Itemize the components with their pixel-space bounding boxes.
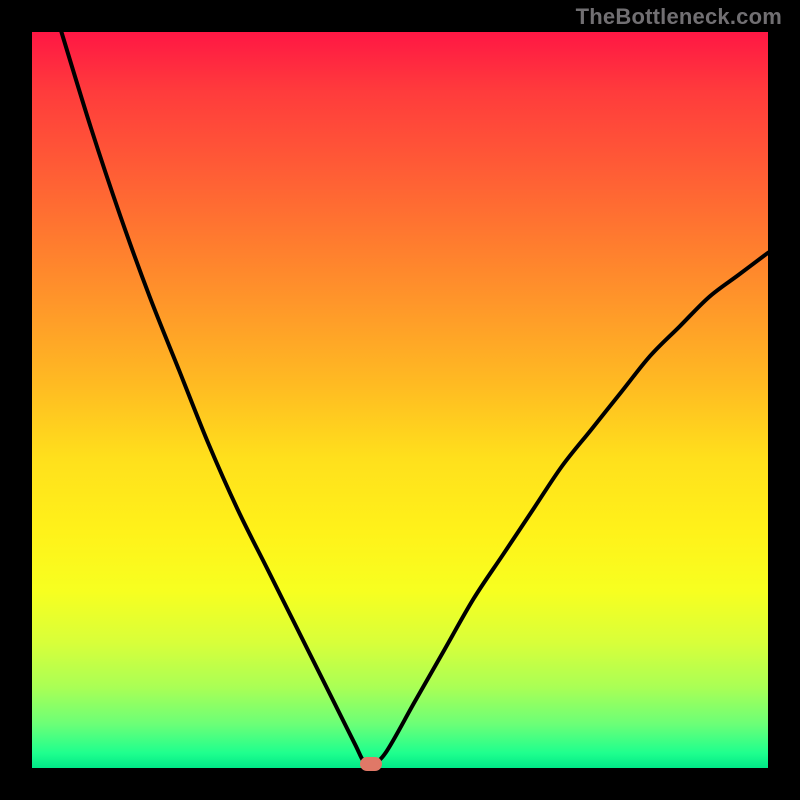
bottleneck-curve bbox=[32, 32, 768, 768]
watermark-text: TheBottleneck.com bbox=[576, 4, 782, 30]
chart-frame: TheBottleneck.com bbox=[0, 0, 800, 800]
plot-area bbox=[32, 32, 768, 768]
min-point-marker bbox=[360, 757, 382, 771]
